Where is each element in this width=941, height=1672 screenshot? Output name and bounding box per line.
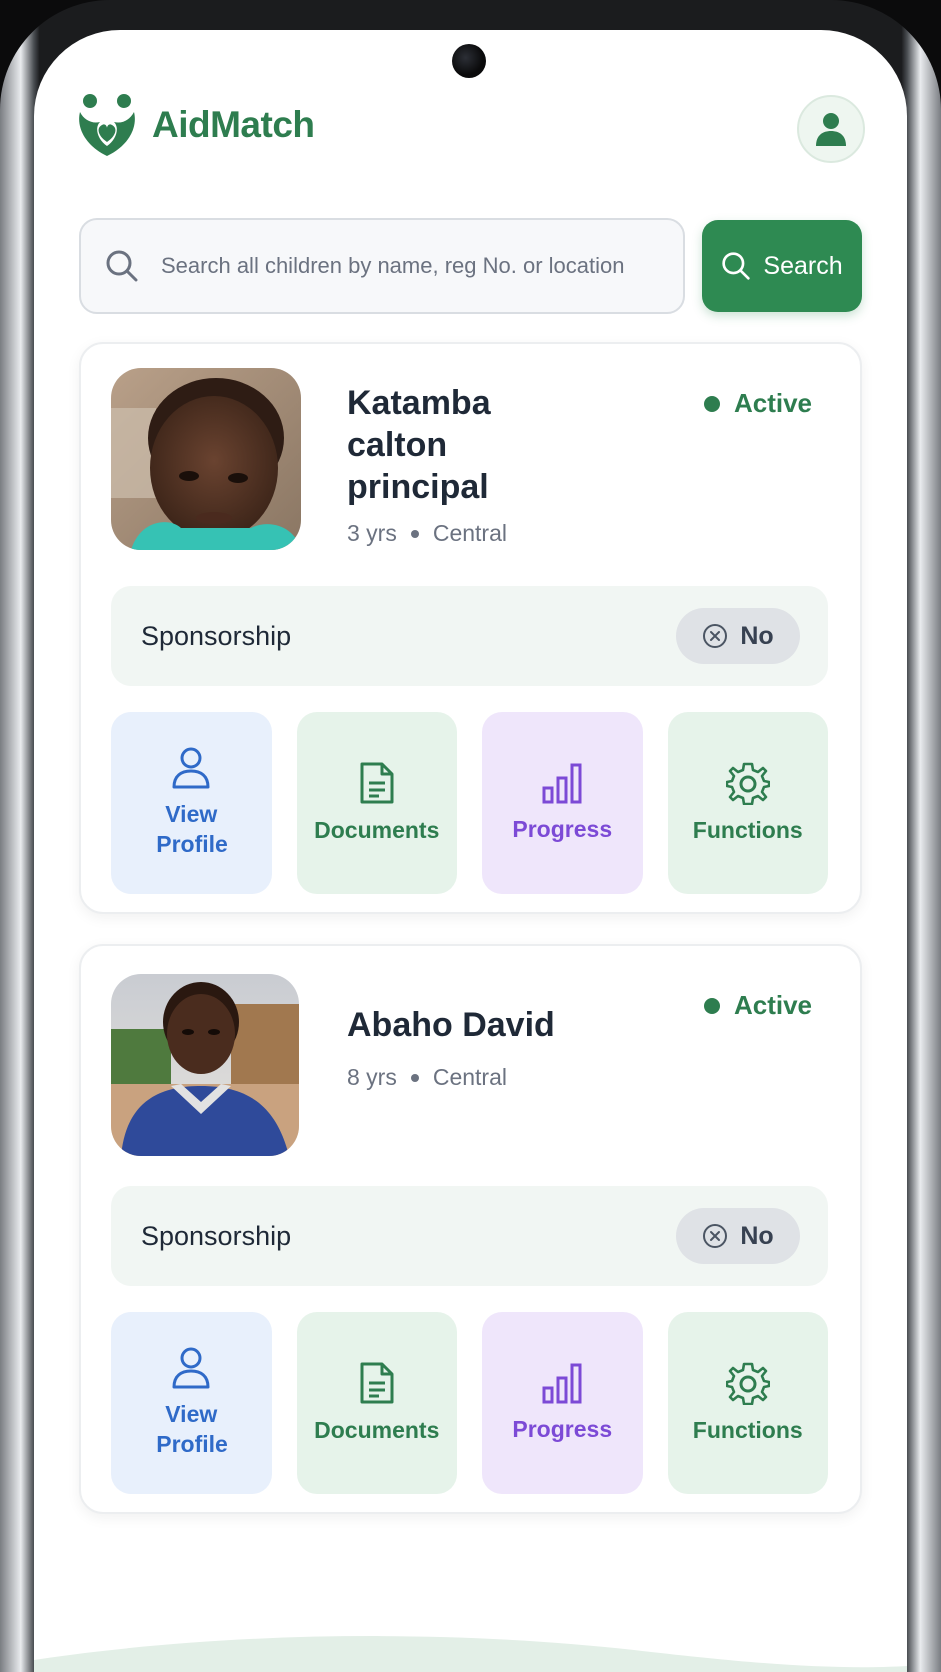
- child-meta: 3 yrs Central: [347, 520, 507, 547]
- status-badge: Active: [703, 990, 812, 1021]
- front-camera: [452, 44, 486, 78]
- separator-dot: [410, 1073, 419, 1082]
- action-grid: View Profile Documents Progress Function…: [111, 712, 828, 894]
- account-avatar-button[interactable]: [797, 95, 865, 163]
- search-icon: [722, 252, 751, 280]
- progress-label: Progress: [512, 816, 613, 842]
- functions-button[interactable]: Functions: [667, 712, 828, 894]
- sponsorship-status-pill[interactable]: No: [676, 608, 800, 664]
- status-label: Active: [733, 990, 812, 1020]
- child-name: Katamba calton principal: [347, 384, 491, 506]
- documents-label: Documents: [314, 817, 440, 843]
- progress-label: Progress: [512, 1416, 613, 1442]
- bar-chart-icon: [542, 1363, 582, 1404]
- sponsorship-value: No: [740, 621, 774, 650]
- sponsorship-label: Sponsorship: [141, 620, 292, 651]
- sponsorship-label: Sponsorship: [141, 1220, 292, 1251]
- close-circle-icon: [703, 624, 728, 648]
- functions-label: Functions: [692, 817, 803, 843]
- gear-icon: [725, 1362, 770, 1405]
- functions-label: Functions: [692, 1417, 803, 1443]
- documents-button[interactable]: Documents: [296, 1312, 457, 1494]
- progress-button[interactable]: Progress: [482, 712, 643, 894]
- app-name: AidMatch: [152, 104, 315, 145]
- user-icon: [816, 113, 846, 146]
- documents-button[interactable]: Documents: [296, 712, 457, 894]
- footer-wave-decoration: [34, 1636, 907, 1672]
- view-profile-label: View Profile: [156, 801, 228, 857]
- view-profile-button[interactable]: View Profile: [111, 712, 272, 894]
- phone-frame: AidMatch Search all children by name, re…: [0, 0, 941, 1672]
- search-button-label: Search: [763, 251, 843, 280]
- sponsorship-status-pill[interactable]: No: [676, 1208, 800, 1264]
- search-input[interactable]: [161, 253, 641, 279]
- gear-icon: [725, 762, 770, 805]
- app-screen: AidMatch Search all children by name, re…: [34, 30, 907, 1672]
- child-card: Abaho David 8 yrs Central Active Sponsor…: [79, 944, 862, 1514]
- documents-label: Documents: [314, 1417, 440, 1443]
- search-icon: [106, 250, 138, 282]
- child-meta: 8 yrs Central: [347, 1064, 507, 1091]
- status-badge: Active: [703, 388, 812, 419]
- child-name: Abaho David: [347, 1006, 555, 1044]
- functions-button[interactable]: Functions: [667, 1312, 828, 1494]
- progress-button[interactable]: Progress: [482, 1312, 643, 1494]
- child-photo[interactable]: [111, 368, 301, 550]
- child-region: Central: [432, 520, 507, 546]
- user-outline-icon: [172, 1347, 210, 1389]
- document-icon: [360, 1362, 394, 1404]
- status-dot-icon: [703, 395, 720, 412]
- close-circle-icon: [703, 1224, 728, 1248]
- app-logo[interactable]: AidMatch: [76, 92, 315, 158]
- view-profile-label: View Profile: [156, 1401, 228, 1457]
- child-age: 3 yrs: [347, 520, 397, 546]
- separator-dot: [410, 529, 419, 538]
- logo-heart-people-icon: [79, 94, 135, 156]
- child-portrait-image: [111, 974, 299, 1156]
- user-outline-icon: [172, 747, 210, 789]
- child-photo[interactable]: [111, 974, 299, 1156]
- sponsorship-row: Sponsorship No: [111, 586, 828, 686]
- child-portrait-image: [111, 368, 301, 550]
- status-dot-icon: [703, 997, 720, 1014]
- sponsorship-value: No: [740, 1221, 774, 1250]
- document-icon: [360, 762, 394, 804]
- bar-chart-icon: [542, 763, 582, 804]
- sponsorship-row: Sponsorship No: [111, 1186, 828, 1286]
- action-grid: View Profile Documents Progress Function…: [111, 1312, 828, 1494]
- search-button[interactable]: Search: [702, 220, 862, 312]
- status-label: Active: [733, 388, 812, 418]
- child-age: 8 yrs: [347, 1064, 397, 1090]
- view-profile-button[interactable]: View Profile: [111, 1312, 272, 1494]
- child-region: Central: [432, 1064, 507, 1090]
- search-bar: [79, 218, 685, 314]
- child-card: Katamba calton principal 3 yrs Central A…: [79, 342, 862, 914]
